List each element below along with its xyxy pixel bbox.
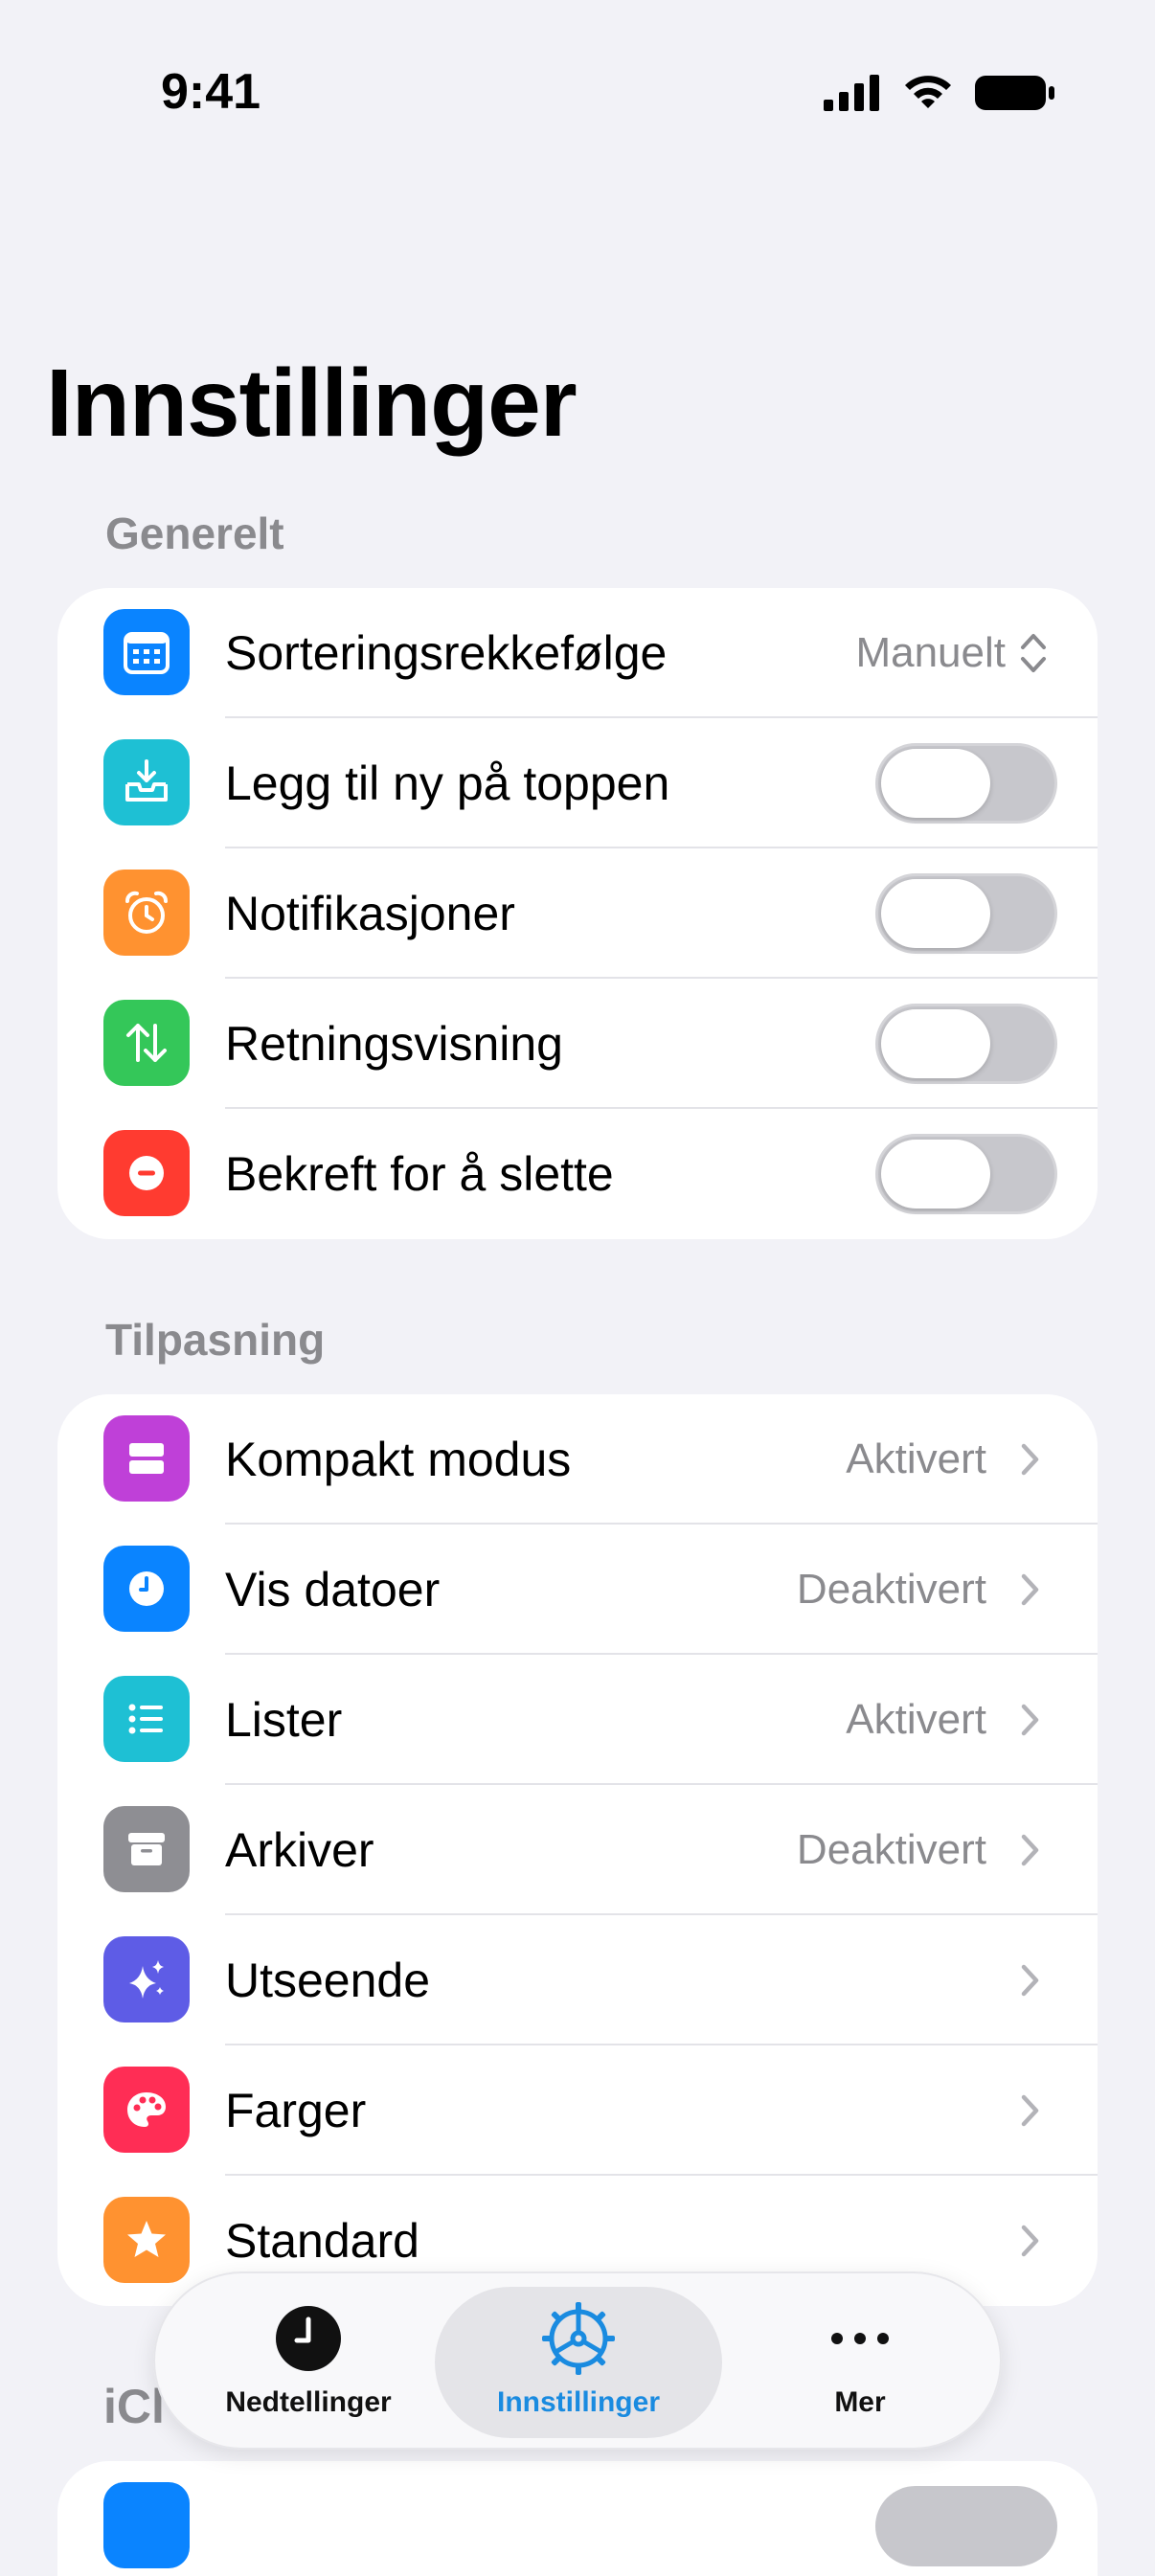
section-header-icloud: iCl bbox=[103, 2380, 165, 2433]
tab-settings[interactable]: Innstillinger bbox=[435, 2287, 722, 2438]
row-lists[interactable]: Lister Aktivert bbox=[57, 1655, 1098, 1785]
row-appearance[interactable]: Utseende bbox=[57, 1915, 1098, 2045]
row-label: Legg til ny på toppen bbox=[225, 757, 670, 810]
section-header-tilpasning: Tilpasning bbox=[105, 1315, 326, 1365]
sort-order-value: Manuelt bbox=[855, 629, 1006, 676]
tab-label: Innstillinger bbox=[496, 2386, 660, 2418]
row-label: Retningsvisning bbox=[225, 1017, 563, 1071]
card-icloud bbox=[57, 2461, 1098, 2576]
row-label: Vis datoer bbox=[225, 1563, 441, 1616]
alarm-icon bbox=[103, 870, 190, 956]
tray-icon bbox=[103, 739, 190, 825]
ellipsis-icon bbox=[822, 2300, 898, 2377]
chevron-updown-icon bbox=[1021, 634, 1046, 672]
tab-label: Nedtellinger bbox=[225, 2386, 392, 2418]
chevron-right-icon bbox=[1021, 1704, 1039, 1736]
row-sort-order[interactable]: Sorteringsrekkefølge Manuelt bbox=[57, 588, 1098, 718]
chevron-right-icon bbox=[1021, 1834, 1039, 1866]
archive-box-icon bbox=[103, 1806, 190, 1892]
rectangles-icon bbox=[103, 1415, 190, 1502]
tab-countdowns[interactable]: Nedtellinger bbox=[174, 2287, 442, 2438]
row-label: Notifikasjoner bbox=[225, 887, 515, 940]
list-icon bbox=[103, 1676, 190, 1762]
wifi-icon bbox=[905, 76, 951, 108]
chevron-right-icon bbox=[1021, 1443, 1039, 1476]
row-archive[interactable]: Arkiver Deaktivert bbox=[57, 1785, 1098, 1915]
direction-toggle[interactable] bbox=[875, 1004, 1057, 1084]
row-compact-mode[interactable]: Kompakt modus Aktivert bbox=[57, 1394, 1098, 1525]
status-bar: 9:41 bbox=[0, 0, 1155, 172]
row-label: Bekreft for å slette bbox=[225, 1147, 614, 1201]
add-to-top-toggle[interactable] bbox=[875, 743, 1057, 824]
tab-bar: Nedtellinger Innstillinger Mer bbox=[153, 2271, 1002, 2450]
compact-mode-value: Aktivert bbox=[846, 1435, 986, 1482]
chevron-right-icon bbox=[1021, 2225, 1039, 2257]
row-show-dates[interactable]: Vis datoer Deaktivert bbox=[57, 1525, 1098, 1655]
icloud-icon bbox=[103, 2482, 190, 2568]
gear-icon bbox=[540, 2300, 617, 2377]
toggle-knob bbox=[881, 1009, 990, 1078]
row-label: Kompakt modus bbox=[225, 1433, 572, 1486]
card-tilpasning: Kompakt modus Aktivert Vis datoer Deakti… bbox=[57, 1394, 1098, 2306]
row-confirm-delete: Bekreft for å slette bbox=[57, 1109, 1098, 1239]
row-colors[interactable]: Farger bbox=[57, 2045, 1098, 2176]
row-label: Arkiver bbox=[225, 1823, 374, 1877]
arrows-updown-icon bbox=[103, 1000, 190, 1086]
palette-icon bbox=[103, 2067, 190, 2153]
minus-circle-icon bbox=[103, 1130, 190, 1216]
chevron-right-icon bbox=[1021, 1573, 1039, 1606]
chevron-right-icon bbox=[1021, 2094, 1039, 2127]
star-icon bbox=[103, 2197, 190, 2283]
row-notifications: Notifikasjoner bbox=[57, 848, 1098, 979]
page-title: Innstillinger bbox=[46, 350, 578, 457]
lists-value: Aktivert bbox=[846, 1696, 986, 1743]
status-time: 9:41 bbox=[161, 64, 261, 120]
clock-fill-icon bbox=[270, 2300, 347, 2377]
tab-label: Mer bbox=[834, 2386, 886, 2418]
clock-icon bbox=[103, 1546, 190, 1632]
row-label: Farger bbox=[225, 2084, 367, 2137]
sparkles-icon bbox=[103, 1936, 190, 2022]
tab-more[interactable]: Mer bbox=[726, 2287, 994, 2438]
row-label: Sorteringsrekkefølge bbox=[225, 626, 668, 680]
status-icons bbox=[824, 69, 1055, 117]
row-label: Lister bbox=[225, 1693, 343, 1747]
toggle-knob bbox=[881, 1140, 990, 1209]
cellular-signal-icon bbox=[824, 75, 879, 111]
calendar-icon bbox=[103, 609, 190, 695]
row-label: Utseende bbox=[225, 1954, 431, 2007]
notifications-toggle[interactable] bbox=[875, 873, 1057, 954]
row-add-to-top: Legg til ny på toppen bbox=[57, 718, 1098, 848]
card-generelt: Sorteringsrekkefølge Manuelt Legg til ny… bbox=[57, 588, 1098, 1239]
row-direction: Retningsvisning bbox=[57, 979, 1098, 1109]
section-header-generelt: Generelt bbox=[105, 508, 284, 558]
show-dates-value: Deaktivert bbox=[796, 1566, 986, 1613]
battery-icon bbox=[975, 76, 1054, 110]
toggle-knob bbox=[881, 749, 990, 818]
icloud-toggle[interactable] bbox=[875, 2486, 1057, 2566]
archive-value: Deaktivert bbox=[796, 1826, 986, 1873]
toggle-knob bbox=[881, 879, 990, 948]
chevron-right-icon bbox=[1021, 1964, 1039, 1997]
confirm-delete-toggle[interactable] bbox=[875, 1134, 1057, 1214]
